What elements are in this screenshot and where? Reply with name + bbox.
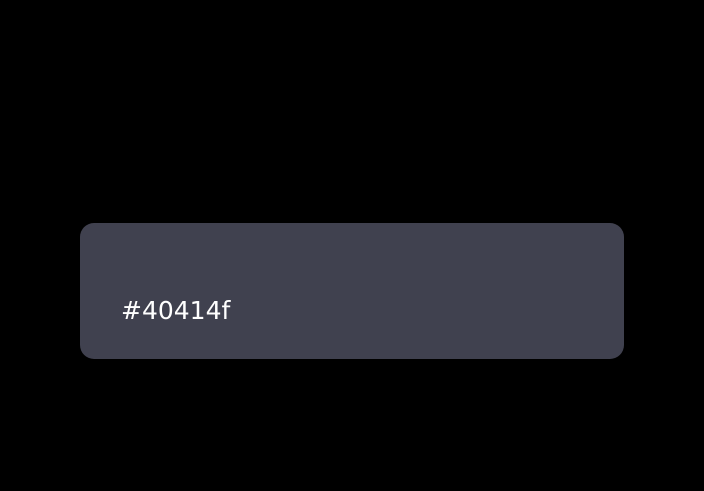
page-background: #40414f (0, 0, 704, 491)
color-swatch-card[interactable]: #40414f (80, 223, 624, 359)
color-hex-label: #40414f (121, 296, 231, 325)
